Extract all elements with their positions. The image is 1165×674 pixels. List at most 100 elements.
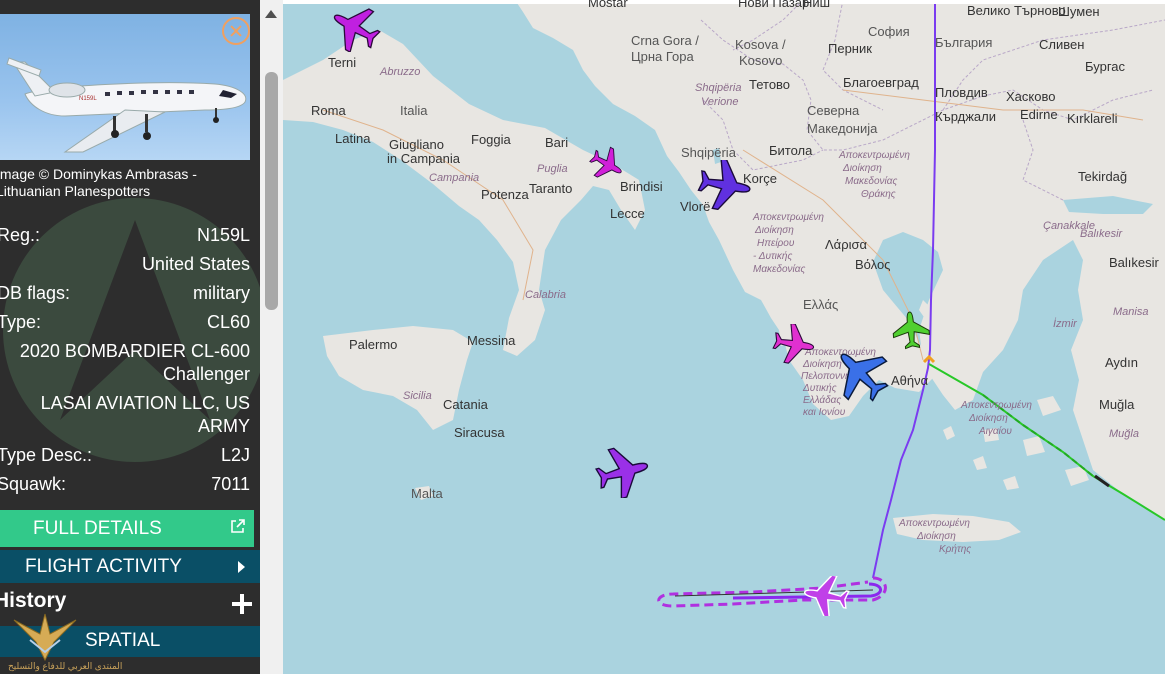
full-details-button[interactable]: FULL DETAILS <box>0 510 254 547</box>
map-label: Malta <box>411 486 443 501</box>
map-label: Црна Гора <box>631 49 694 64</box>
map-label: Αποκεντρωμένη <box>839 150 910 161</box>
map-label: Messina <box>467 333 516 348</box>
map-label: Велико Търново <box>967 3 1066 18</box>
forum-logo-icon <box>13 613 77 662</box>
map-label: Roma <box>311 103 346 118</box>
map-label: Campania <box>429 172 480 184</box>
map-label: Potenza <box>481 187 529 202</box>
map-label: Sicilia <box>403 390 432 402</box>
scroll-up-arrow-icon[interactable] <box>265 10 277 18</box>
map-label: Македонија <box>807 121 878 136</box>
reg-value: N159L <box>196 225 250 245</box>
map-label: in Campania <box>387 151 460 166</box>
country-value: United States <box>141 254 250 274</box>
map-label: Mostar <box>588 0 628 10</box>
map-label: Διοίκηση <box>917 531 956 542</box>
map-label: Ниш <box>803 0 831 10</box>
aircraft-marker-6[interactable] <box>833 346 889 402</box>
map-label: Ελλάς <box>803 297 839 312</box>
map-view[interactable]: Mostar Нови Пазар Ниш Велико Търново Шумен Te… <box>283 0 1165 674</box>
map-label: Taranto <box>529 181 573 196</box>
map-label: και Ιονίου <box>803 407 846 418</box>
map-label: Бургас <box>1085 59 1126 74</box>
map-label: Северна <box>807 103 860 118</box>
map-label: Crna Gora / <box>631 33 699 48</box>
aircraft-marker-selected[interactable] <box>801 576 851 616</box>
owner-value: LASAI AVIATION LLC, US ARMY <box>40 393 250 436</box>
flight-activity-label: FLIGHT ACTIVITY <box>25 556 182 577</box>
map-label: Puglia <box>537 163 568 175</box>
map-label: София <box>868 24 910 39</box>
aircraft-photo[interactable]: N159L <box>0 14 250 160</box>
map-label: Kosovo <box>739 53 783 68</box>
aircraft-marker-2[interactable] <box>587 146 627 182</box>
squawk-value: 7011 <box>211 474 250 494</box>
map-label: - Δυτικής <box>753 251 793 262</box>
map-label: Giugliano <box>389 137 444 152</box>
sidebar-scrollbar[interactable] <box>260 0 283 674</box>
map-label: Italia <box>400 103 428 118</box>
map-label: Перник <box>828 41 872 56</box>
map-label: Lecce <box>610 206 645 221</box>
map-label: Shqipëria <box>695 82 742 94</box>
aircraft-marker-4[interactable] <box>891 310 931 350</box>
map-label: Siracusa <box>454 425 505 440</box>
map-label: Manisa <box>1113 306 1149 318</box>
flight-activity-button[interactable]: FLIGHT ACTIVITY <box>0 550 260 583</box>
aircraft-info-sidebar: N159L Image © Dominykas Ambrasas - Lithu… <box>0 0 260 674</box>
map-label: Αποκεντρωμένη <box>753 212 824 223</box>
map-label: Шумен <box>1058 4 1100 19</box>
scrollbar-thumb[interactable] <box>265 72 278 310</box>
map-label: Calabria <box>525 289 566 301</box>
map-label: Κρήτης <box>939 544 972 555</box>
map-label: Kırklareli <box>1067 111 1118 126</box>
map-label: Balıkesir <box>1109 255 1159 270</box>
map-label: Битола <box>769 143 813 158</box>
map-label: Διοίκηση <box>755 225 794 236</box>
chevron-right-icon <box>238 561 245 573</box>
map-label: Благоевград <box>843 75 919 90</box>
map-label: Latina <box>335 131 371 146</box>
aircraft-marker-7[interactable] <box>595 446 651 498</box>
spatial-label: SPATIAL <box>85 630 161 651</box>
aircraft-marker-5[interactable] <box>769 324 819 364</box>
map-label: Aydın <box>1105 355 1139 370</box>
external-link-icon <box>231 519 245 533</box>
map-label: Μακεδονίας <box>753 264 806 275</box>
map-label: България <box>935 35 993 50</box>
map-label: Muğla <box>1099 397 1135 412</box>
model-value: 2020 BOMBARDIER CL-600 Challenger <box>19 341 250 384</box>
map-label: Palermo <box>349 337 398 352</box>
map-label: Terni <box>328 55 357 70</box>
map-label: Θράκης <box>861 189 896 200</box>
map-label: Αποκεντρωμένη <box>899 518 970 529</box>
close-icon[interactable] <box>222 17 250 45</box>
forum-logo-caption: المنتدى العربي للدفاع والتسليح <box>8 661 123 671</box>
typedesc-value: L2J <box>220 445 250 465</box>
map-label: Foggia <box>471 132 511 147</box>
map-label: Verione <box>701 96 739 108</box>
map-label: Catania <box>443 397 488 412</box>
map-label: Tekirdağ <box>1078 169 1128 184</box>
map-label: Нови Пазар <box>738 0 810 10</box>
map-label: Μακεδονίας <box>845 176 898 187</box>
type-value: CL60 <box>206 312 250 332</box>
map-label: Edirne <box>1020 107 1058 122</box>
map-label: Пловдив <box>935 85 988 100</box>
map-label: Shqipëria <box>681 145 736 160</box>
map-label: Αποκεντρωμένη <box>961 400 1032 411</box>
map-label: Тетово <box>749 77 791 92</box>
map-label: Kosova / <box>735 37 786 52</box>
map-label: Хасково <box>1006 89 1056 104</box>
map-label: Αθήνα <box>891 373 929 388</box>
map-label: Balıkesir <box>1080 228 1123 240</box>
map-label: Abruzzo <box>380 66 421 78</box>
aircraft-marker-3[interactable] <box>697 160 753 210</box>
dbflags-value: military <box>193 283 250 303</box>
map-label: Сливен <box>1039 37 1085 52</box>
aircraft-marker-1[interactable] <box>329 4 381 52</box>
svg-text:N159L: N159L <box>79 96 97 102</box>
map-label: Διοίκηση <box>843 163 882 174</box>
plus-icon[interactable] <box>232 594 252 614</box>
